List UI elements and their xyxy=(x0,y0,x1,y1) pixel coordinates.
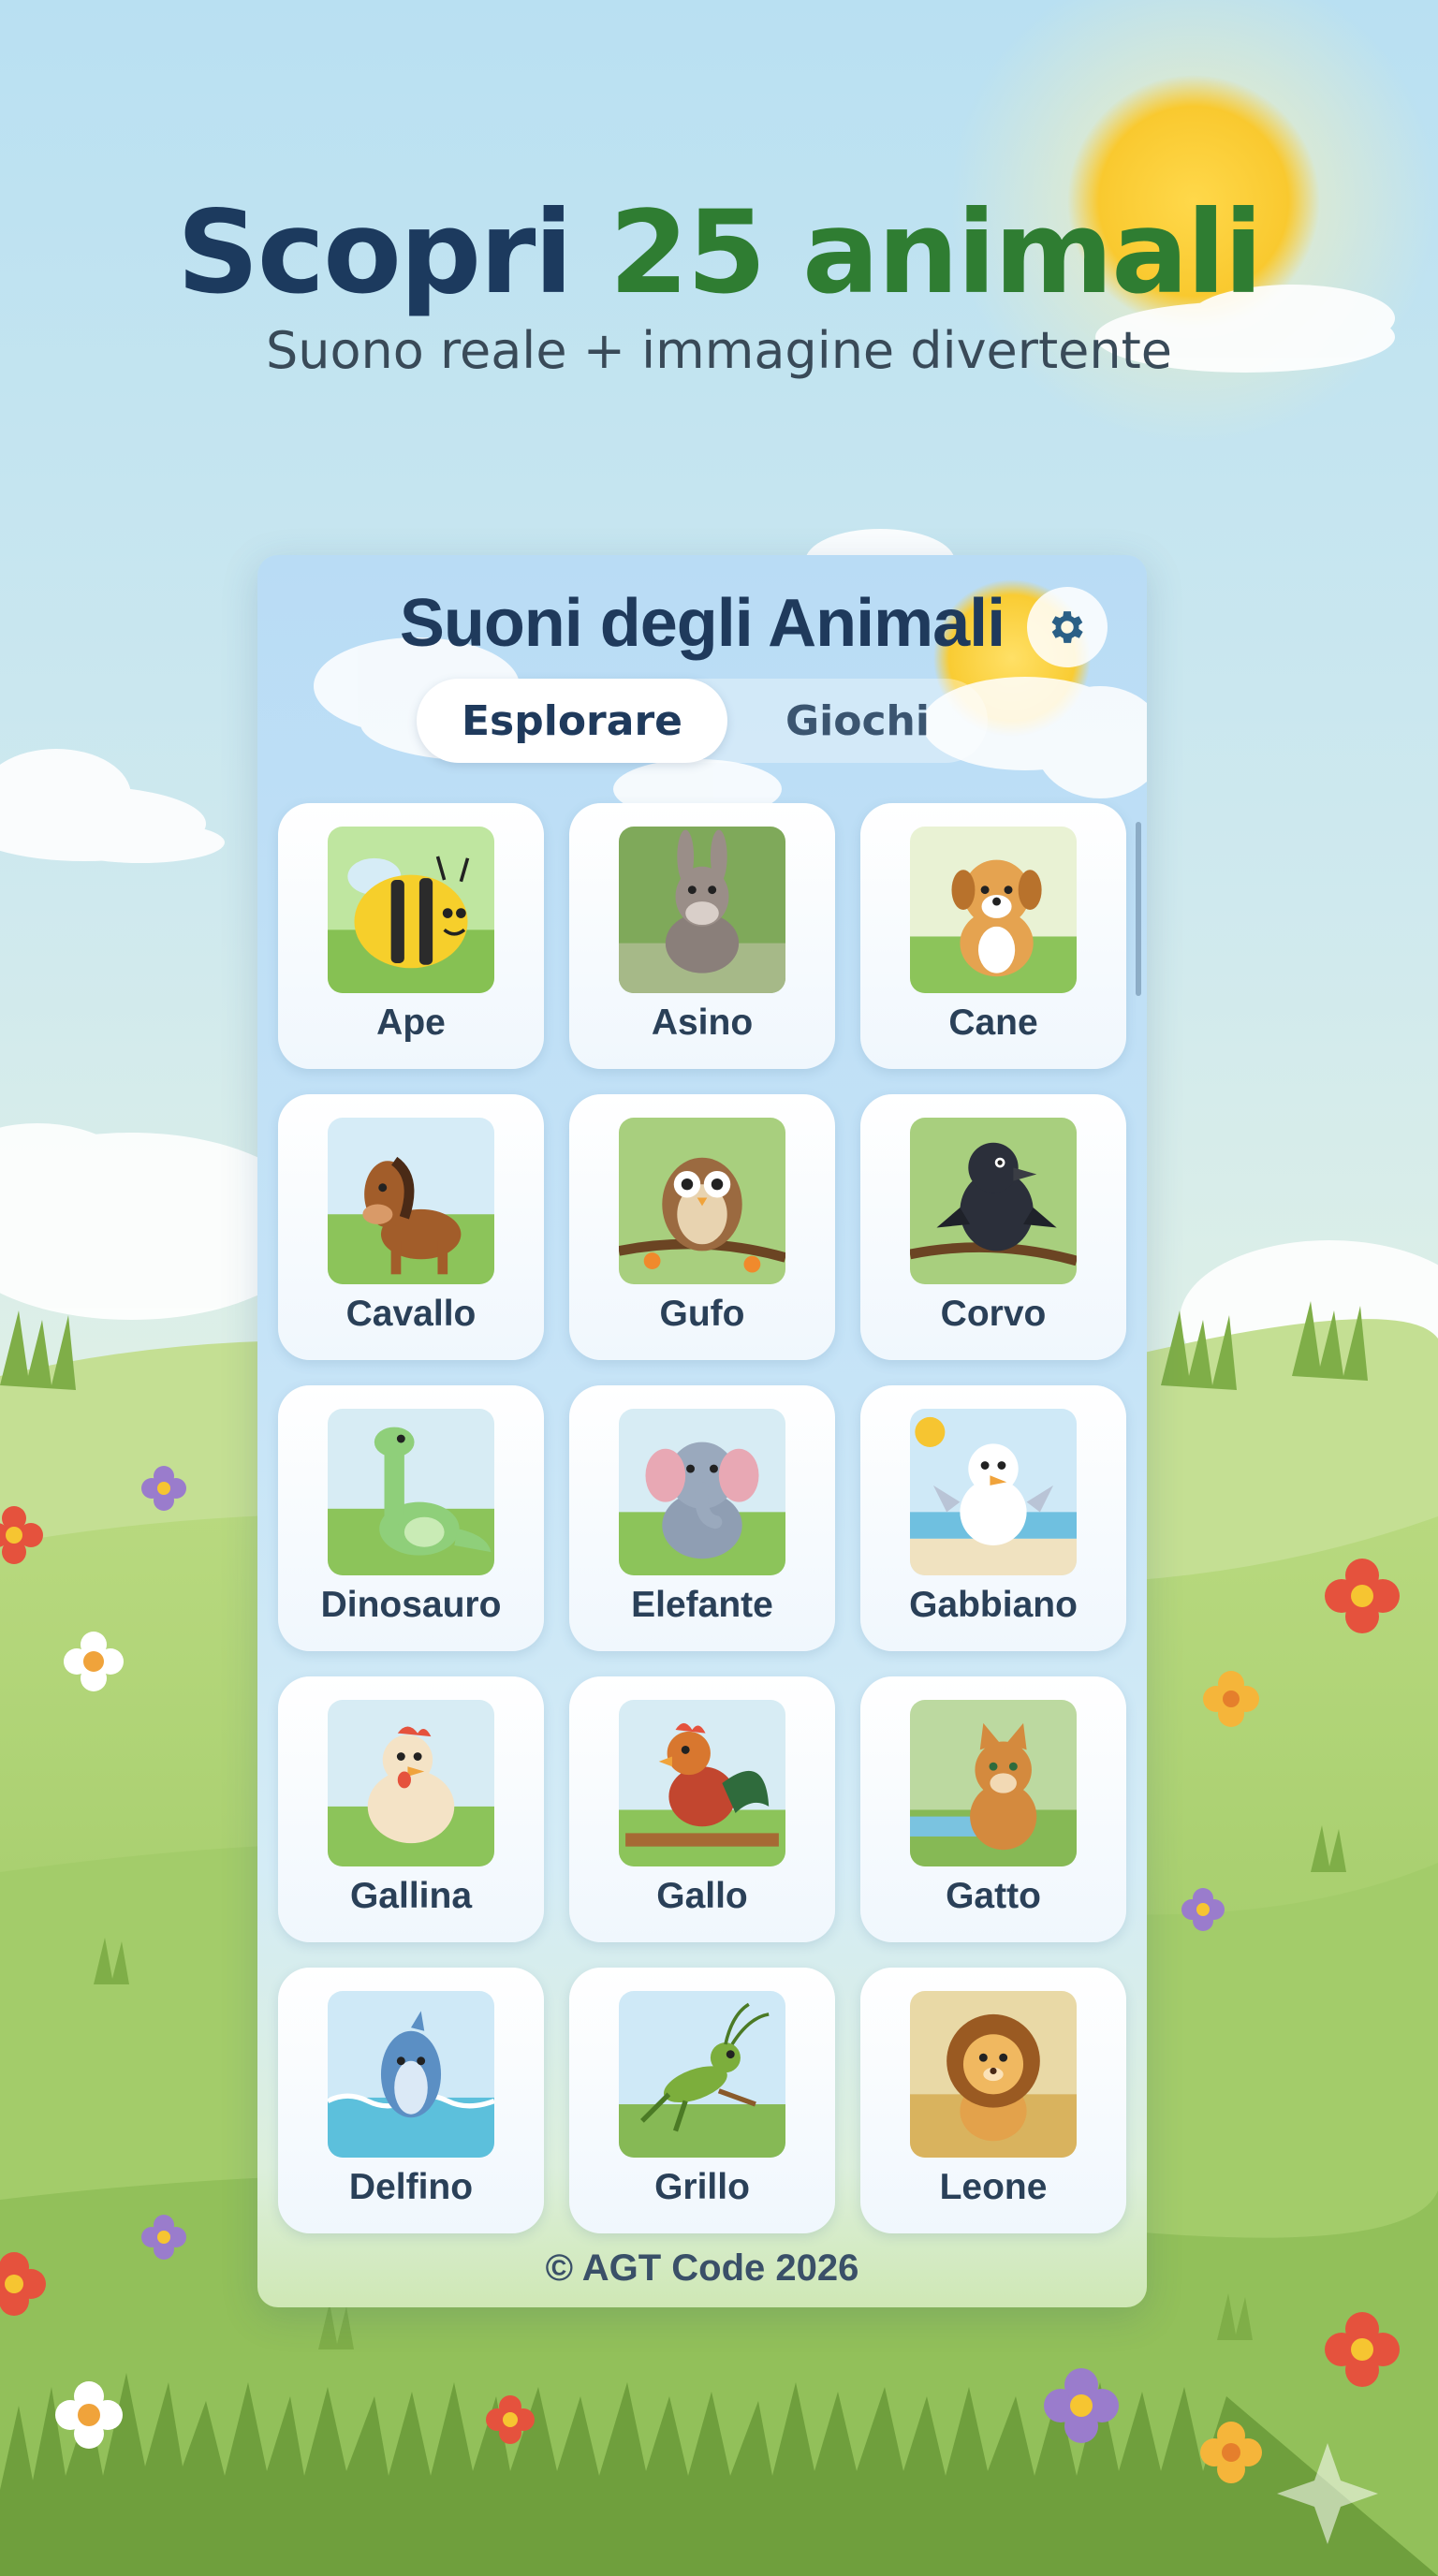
animal-label: Leone xyxy=(939,2167,1048,2207)
animal-card-corvo[interactable]: Corvo xyxy=(860,1094,1126,1360)
animal-label: Gufo xyxy=(659,1294,745,1334)
dolphin-icon xyxy=(328,1991,494,2158)
lion-icon xyxy=(910,1991,1077,2158)
donkey-icon xyxy=(619,827,785,993)
animal-card-gatto[interactable]: Gatto xyxy=(860,1676,1126,1942)
seagull-icon xyxy=(910,1409,1077,1575)
headline-part2: 25 animali xyxy=(609,186,1263,319)
animal-label: Grillo xyxy=(654,2167,750,2207)
animal-card-cane[interactable]: Cane xyxy=(860,803,1126,1069)
animal-card-elefante[interactable]: Elefante xyxy=(569,1385,835,1651)
cat-icon xyxy=(910,1700,1077,1866)
rooster-icon xyxy=(619,1700,785,1866)
tab-bar: Esplorare Giochi xyxy=(417,679,988,763)
animal-grid: Ape Asino Cane Cavallo Gufo Corvo Dinosa… xyxy=(278,803,1126,2233)
app-title: Suoni degli Animali xyxy=(399,586,1005,661)
promo-subheadline: Suono reale + immagine divertente xyxy=(266,321,1172,380)
cricket-icon xyxy=(619,1991,785,2158)
footer-copyright: © AGT Code 2026 xyxy=(545,2247,859,2289)
dinosaur-icon xyxy=(328,1409,494,1575)
tab-esplorare[interactable]: Esplorare xyxy=(417,679,727,763)
crow-icon xyxy=(910,1118,1077,1284)
tab-giochi[interactable]: Giochi xyxy=(727,679,988,763)
bee-icon xyxy=(328,827,494,993)
gear-icon xyxy=(1051,611,1083,643)
owl-icon xyxy=(619,1118,785,1284)
animal-label: Ape xyxy=(376,1003,446,1043)
animal-card-gufo[interactable]: Gufo xyxy=(569,1094,835,1360)
animal-label: Gallo xyxy=(656,1876,748,1916)
scrollbar[interactable] xyxy=(1136,822,1141,996)
horse-icon xyxy=(328,1118,494,1284)
app-screen: Suoni degli Animali Esplorare Giochi Ape… xyxy=(257,555,1147,2307)
animal-label: Asino xyxy=(651,1003,754,1043)
animal-card-dinosauro[interactable]: Dinosauro xyxy=(278,1385,544,1651)
animal-card-asino[interactable]: Asino xyxy=(569,803,835,1069)
animal-card-grillo[interactable]: Grillo xyxy=(569,1968,835,2233)
animal-card-ape[interactable]: Ape xyxy=(278,803,544,1069)
animal-label: Dinosauro xyxy=(320,1585,502,1625)
animal-label: Gabbiano xyxy=(909,1585,1078,1625)
animal-label: Delfino xyxy=(348,2167,474,2207)
animal-label: Cavallo xyxy=(345,1294,477,1334)
animal-label: Elefante xyxy=(631,1585,773,1625)
animal-card-cavallo[interactable]: Cavallo xyxy=(278,1094,544,1360)
promo-headline: Scopri 25 animali xyxy=(0,183,1438,323)
headline-part1: Scopri xyxy=(176,186,609,319)
animal-card-leone[interactable]: Leone xyxy=(860,1968,1126,2233)
hen-icon xyxy=(328,1700,494,1866)
dog-icon xyxy=(910,827,1077,993)
animal-card-gallina[interactable]: Gallina xyxy=(278,1676,544,1942)
animal-card-gallo[interactable]: Gallo xyxy=(569,1676,835,1942)
animal-label: Corvo xyxy=(940,1294,1047,1334)
animal-label: Gallina xyxy=(349,1876,473,1916)
animal-label: Cane xyxy=(948,1003,1038,1043)
elephant-icon xyxy=(619,1409,785,1575)
animal-label: Gatto xyxy=(946,1876,1041,1916)
animal-card-delfino[interactable]: Delfino xyxy=(278,1968,544,2233)
settings-button[interactable] xyxy=(1027,587,1108,667)
animal-card-gabbiano[interactable]: Gabbiano xyxy=(860,1385,1126,1651)
